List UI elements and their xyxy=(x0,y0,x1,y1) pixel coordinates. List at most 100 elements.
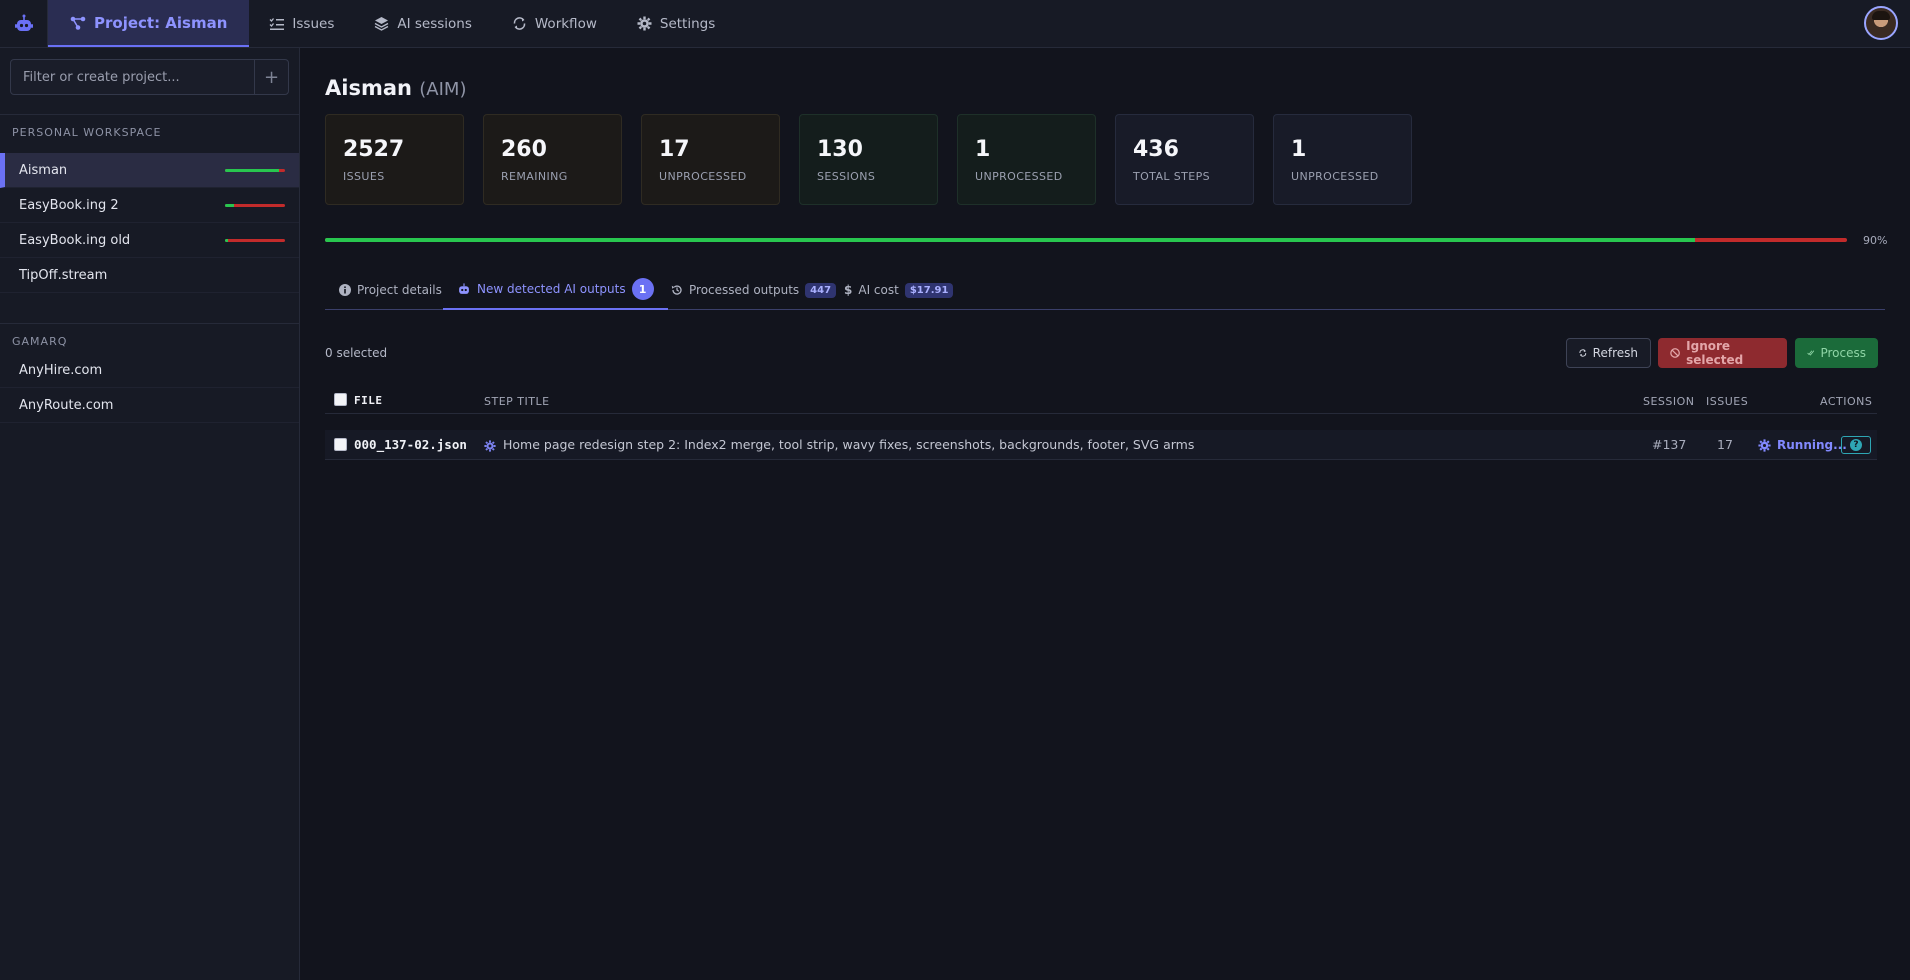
ignore-selected-button[interactable]: Ignore selected xyxy=(1658,338,1787,368)
page-title: Aisman (AIM) xyxy=(325,76,466,100)
tab-project-details[interactable]: Project details xyxy=(339,270,442,310)
tab-new-ai-outputs[interactable]: New detected AI outputs 1 xyxy=(443,270,668,310)
user-avatar[interactable] xyxy=(1864,6,1898,40)
spinning-gear-icon xyxy=(1758,439,1771,452)
column-header-file[interactable]: FILE xyxy=(354,394,383,407)
tab-label: Processed outputs xyxy=(689,283,800,297)
sidebar-project-anyroute[interactable]: AnyRoute.com xyxy=(0,388,299,423)
project-nodes-icon xyxy=(70,16,86,30)
stat-label: SESSIONS xyxy=(817,170,876,183)
app-logo[interactable] xyxy=(0,0,48,47)
nav-settings-label: Settings xyxy=(659,15,716,32)
project-progress-bar xyxy=(325,238,1847,242)
row-file-name: 000_137-02.json xyxy=(354,437,467,452)
tab-bar: Project details New detected AI outputs … xyxy=(325,270,1885,310)
tab-label: Project details xyxy=(357,283,442,297)
project-name: EasyBook.ing old xyxy=(19,232,131,248)
workflow-cycle-icon xyxy=(513,17,526,30)
table-row[interactable]: 000_137-02.json Home page redesign step … xyxy=(325,430,1877,460)
personal-workspace-label: PERSONAL WORKSPACE xyxy=(12,126,162,139)
stat-card-unprocessed-issues: 17 UNPROCESSED xyxy=(641,114,780,205)
row-session: #137 xyxy=(1652,437,1687,452)
project-name: TipOff.stream xyxy=(19,267,108,283)
stat-value: 17 xyxy=(659,137,690,162)
stat-label: TOTAL STEPS xyxy=(1133,170,1211,183)
project-filter-input[interactable] xyxy=(11,60,254,94)
sidebar-project-easybooking-2[interactable]: EasyBook.ing 2 xyxy=(0,188,299,223)
project-code: (AIM) xyxy=(419,79,467,100)
project-progress-bar xyxy=(225,169,285,172)
top-nav: Project: Aisman Issues AI sessions Workf… xyxy=(0,0,1910,48)
select-all-checkbox[interactable] xyxy=(334,393,347,406)
stat-label: UNPROCESSED xyxy=(1291,170,1379,183)
sidebar-project-anyhire[interactable]: AnyHire.com xyxy=(0,353,299,388)
column-header-step-title: STEP TITLE xyxy=(484,395,550,408)
process-label: Process xyxy=(1820,346,1866,360)
stat-card-unprocessed-sessions: 1 UNPROCESSED xyxy=(957,114,1096,205)
tab-processed-outputs[interactable]: Processed outputs 447 xyxy=(671,270,837,310)
robot-icon xyxy=(459,283,469,294)
stat-card-sessions: 130 SESSIONS xyxy=(799,114,938,205)
selection-count: 0 selected xyxy=(325,346,388,360)
column-header-issues: ISSUES xyxy=(1706,395,1749,408)
sidebar-divider xyxy=(0,323,300,324)
stat-card-issues: 2527 ISSUES xyxy=(325,114,464,205)
stat-card-total-steps: 436 TOTAL STEPS xyxy=(1115,114,1254,205)
nav-settings[interactable]: Settings xyxy=(617,0,735,47)
nav-issues[interactable]: Issues xyxy=(249,0,354,47)
project-name: AnyRoute.com xyxy=(19,397,114,413)
refresh-label: Refresh xyxy=(1592,346,1638,360)
project-progress-bar xyxy=(225,204,285,207)
project-name: AnyHire.com xyxy=(19,362,103,378)
table-header: FILE STEP TITLE SESSION ISSUES ACTIONS xyxy=(325,390,1877,414)
history-icon xyxy=(671,285,682,295)
project-progress-percent: 90% xyxy=(1863,234,1888,247)
row-status-running: Running... xyxy=(1777,438,1847,452)
stat-label: UNPROCESSED xyxy=(659,170,747,183)
refresh-icon xyxy=(1579,349,1587,357)
ban-icon xyxy=(1670,348,1680,358)
double-check-icon xyxy=(1807,350,1815,356)
tab-label: New detected AI outputs xyxy=(477,282,626,296)
nav-ai-sessions[interactable]: AI sessions xyxy=(354,0,492,47)
stat-value: 1 xyxy=(975,137,991,162)
sidebar-project-tipoff[interactable]: TipOff.stream xyxy=(0,258,299,293)
process-button[interactable]: Process xyxy=(1795,338,1878,368)
nav-project-label: Project: Aisman xyxy=(94,13,228,32)
gamarq-workspace-label: GAMARQ xyxy=(12,335,68,348)
info-circle-icon xyxy=(339,284,351,296)
row-help-button[interactable]: ? xyxy=(1841,436,1871,454)
add-project-button[interactable]: + xyxy=(254,60,288,94)
sidebar-project-easybooking-old[interactable]: EasyBook.ing old xyxy=(0,223,299,258)
processed-count-badge: 447 xyxy=(805,282,837,298)
project-filter: + xyxy=(10,59,289,95)
nav-ai-sessions-label: AI sessions xyxy=(397,15,472,32)
stat-value: 130 xyxy=(817,137,863,162)
layers-icon xyxy=(375,17,389,31)
new-outputs-count-badge: 1 xyxy=(631,278,654,300)
column-header-actions: ACTIONS xyxy=(1820,395,1873,408)
project-title-name: Aisman xyxy=(325,76,412,100)
project-name: Aisman xyxy=(19,162,68,178)
nav-workflow[interactable]: Workflow xyxy=(492,0,617,47)
robot-logo-icon xyxy=(14,14,33,31)
nav-workflow-label: Workflow xyxy=(534,15,597,32)
nav-issues-label: Issues xyxy=(292,15,335,32)
nav-project[interactable]: Project: Aisman xyxy=(48,0,250,47)
row-issues: 17 xyxy=(1717,437,1733,452)
tab-ai-cost[interactable]: $ AI cost $17.91 xyxy=(844,270,954,310)
row-step-title: Home page redesign step 2: Index2 merge,… xyxy=(503,437,1195,452)
ai-cost-badge: $17.91 xyxy=(904,282,954,298)
refresh-button[interactable]: Refresh xyxy=(1566,338,1651,368)
stat-value: 2527 xyxy=(343,137,405,162)
sidebar-project-aisman[interactable]: Aisman xyxy=(0,153,299,188)
stat-label: ISSUES xyxy=(343,170,385,183)
list-check-icon xyxy=(269,17,285,30)
row-checkbox[interactable] xyxy=(334,438,347,451)
column-header-session: SESSION xyxy=(1643,395,1695,408)
dollar-icon: $ xyxy=(844,283,853,297)
tab-label: AI cost xyxy=(858,283,899,297)
question-icon: ? xyxy=(1850,439,1862,451)
stat-value: 260 xyxy=(501,137,547,162)
stat-card-remaining: 260 REMAINING xyxy=(483,114,622,205)
